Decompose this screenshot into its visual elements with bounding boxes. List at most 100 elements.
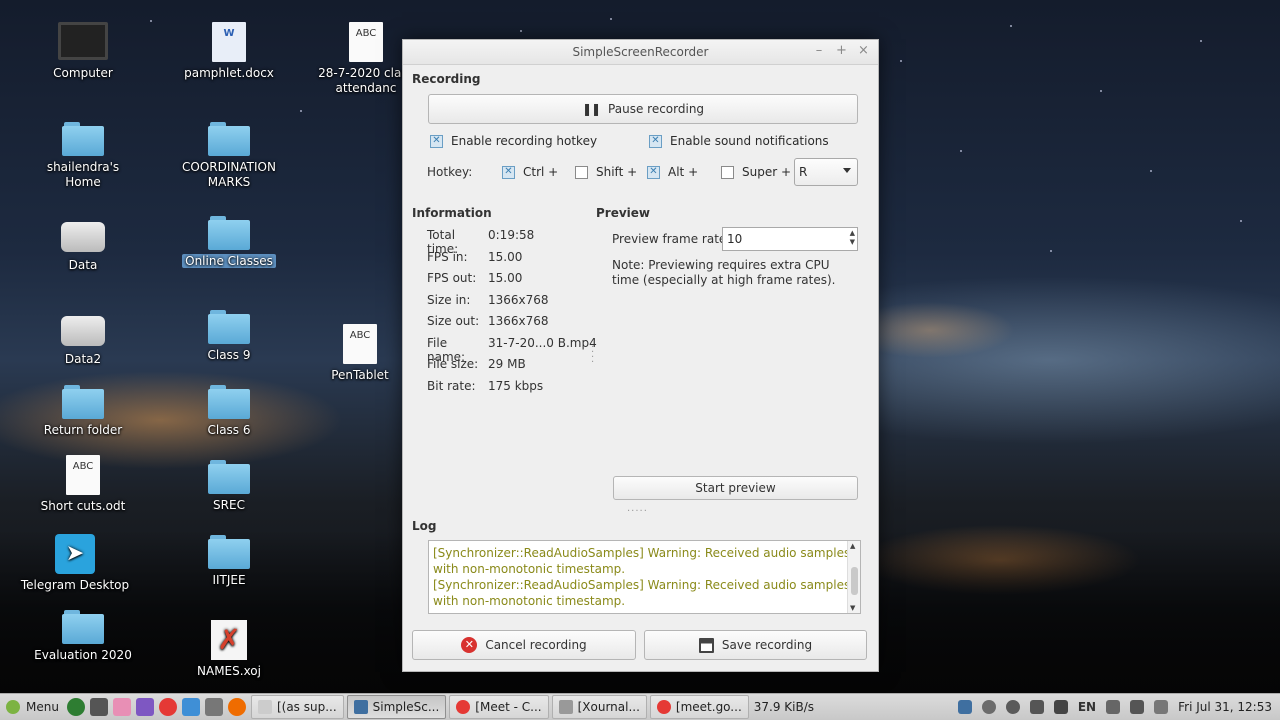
- close-icon[interactable]: ×: [858, 43, 869, 58]
- info-row: FPS out: 15.00: [427, 271, 522, 285]
- preview-heading: Preview: [596, 206, 651, 220]
- desktop-icon-label: Online Classes: [182, 254, 276, 268]
- folder-icon: [62, 610, 104, 644]
- desktop-icon-label: PenTablet: [331, 368, 389, 382]
- ctrl-modifier-checkbox[interactable]: ✕ Ctrl +: [502, 165, 558, 179]
- folder-icon: [208, 216, 250, 250]
- task-label: [(as sup...: [276, 700, 337, 714]
- desktop-icon-attendance[interactable]: ABC 28-7-2020 class attendanc: [316, 22, 416, 96]
- system-tray: EN Fri Jul 31, 12:53: [957, 700, 1280, 714]
- xournal-launcher-icon[interactable]: [89, 698, 108, 716]
- desktop-icon-class9[interactable]: Class 9: [174, 310, 284, 363]
- task-button[interactable]: [Meet - C...: [449, 695, 549, 719]
- desktop-icon-names[interactable]: ✗ NAMES.xoj: [174, 620, 284, 679]
- enable-hotkey-label: Enable recording hotkey: [451, 134, 598, 148]
- bluetooth-icon[interactable]: [981, 700, 996, 714]
- terminal-launcher-icon[interactable]: [181, 698, 200, 716]
- desktop-icon-data[interactable]: Data: [28, 216, 138, 273]
- computer-icon: [58, 22, 108, 60]
- save-recording-button[interactable]: Save recording: [644, 630, 867, 660]
- info-key: Bit rate:: [427, 379, 476, 393]
- desktop-icon-computer[interactable]: Computer: [28, 22, 138, 81]
- scroll-up-icon[interactable]: ▲: [850, 542, 855, 550]
- desktop-icon-class6[interactable]: Class 6: [174, 385, 284, 438]
- maximize-icon[interactable]: +: [836, 43, 847, 58]
- minimize-icon[interactable]: –: [814, 43, 824, 58]
- alt-modifier-checkbox[interactable]: ✕ Alt +: [647, 165, 698, 179]
- scrollbar-thumb[interactable]: [851, 567, 858, 595]
- task-label: SimpleSc...: [372, 700, 440, 714]
- desktop-icon-pamphlet[interactable]: W pamphlet.docx: [174, 22, 284, 81]
- microphone-icon[interactable]: [1130, 700, 1145, 714]
- desktop-icon-label: shailendra's Home: [46, 160, 120, 189]
- task-button[interactable]: [(as sup...: [250, 695, 344, 719]
- desktop-icon-label: Data: [68, 258, 98, 272]
- recorder-tray-icon[interactable]: [957, 700, 972, 714]
- spin-arrows-icon[interactable]: ▲ ▼: [850, 229, 855, 247]
- desktop-icon-iitjee[interactable]: IITJEE: [174, 535, 284, 588]
- text-document-icon: ABC: [349, 22, 383, 62]
- hotkey-label: Hotkey:: [427, 165, 473, 179]
- desktop-icon-srec[interactable]: SREC: [174, 460, 284, 513]
- clock[interactable]: Fri Jul 31, 12:53: [1178, 700, 1272, 714]
- firefox-launcher-icon[interactable]: [227, 698, 246, 716]
- mint-logo-icon: [6, 700, 20, 714]
- cancel-recording-button[interactable]: ✕ Cancel recording: [412, 630, 636, 660]
- desktop-icon-label: Class 6: [207, 423, 251, 437]
- desktop-icon-coordination[interactable]: COORDINATION MARKS: [174, 122, 284, 190]
- keyboard-layout[interactable]: EN: [1078, 700, 1096, 714]
- headset-launcher-icon[interactable]: [135, 698, 154, 716]
- enable-hotkey-checkbox[interactable]: ✕ Enable recording hotkey: [430, 134, 597, 148]
- preview-frame-rate-spinbox[interactable]: 10 ▲ ▼: [722, 227, 858, 251]
- info-value: 29 MB: [488, 357, 526, 371]
- desktop-icon-pentablet[interactable]: ABC PenTablet: [320, 324, 400, 383]
- start-preview-button[interactable]: Start preview: [613, 476, 858, 500]
- chrome-launcher-icon[interactable]: [158, 698, 177, 716]
- info-row: Size out: 1366x768: [427, 314, 549, 328]
- scroll-down-icon[interactable]: ▼: [850, 604, 855, 612]
- enable-sound-checkbox[interactable]: ✕ Enable sound notifications: [649, 134, 829, 148]
- desktop-icon-return-folder[interactable]: Return folder: [28, 385, 138, 438]
- drive-icon: [61, 316, 105, 346]
- network-signal-icon[interactable]: [1029, 700, 1044, 714]
- show-desktop-icon[interactable]: [66, 698, 85, 716]
- folder-icon: [208, 385, 250, 419]
- splitter-handle[interactable]: · · · ·: [591, 343, 594, 368]
- menu-label: Menu: [26, 700, 59, 714]
- simplescreenrecorder-window: SimpleScreenRecorder – + × Recording ❚❚ …: [402, 39, 879, 672]
- desktop-icon-evaluation[interactable]: Evaluation 2020: [28, 610, 138, 663]
- desktop-icon-shortcuts[interactable]: ABC Short cuts.odt: [28, 455, 138, 514]
- volume-icon[interactable]: [1106, 700, 1121, 714]
- desktop-icon-home[interactable]: shailendra's Home: [28, 122, 138, 190]
- menu-button[interactable]: Menu: [0, 700, 67, 714]
- super-modifier-checkbox[interactable]: Super +: [721, 165, 791, 179]
- info-key: FPS out:: [427, 271, 477, 285]
- log-view[interactable]: [Synchronizer::ReadAudioSamples] Warning…: [428, 540, 861, 614]
- info-row: Size in: 1366x768: [427, 293, 549, 307]
- text-document-icon: ABC: [343, 324, 377, 364]
- files-launcher-icon[interactable]: [204, 698, 223, 716]
- pause-recording-button[interactable]: ❚❚ Pause recording: [428, 94, 858, 124]
- window-titlebar[interactable]: SimpleScreenRecorder – + ×: [403, 40, 878, 65]
- checkbox-unchecked-icon: [721, 165, 734, 179]
- update-shield-icon[interactable]: [1005, 700, 1020, 714]
- desktop-icon-label: SREC: [213, 498, 245, 512]
- splitter-handle[interactable]: ·····: [627, 506, 648, 517]
- shift-modifier-checkbox[interactable]: Shift +: [575, 165, 637, 179]
- battery-icon[interactable]: [1053, 700, 1068, 714]
- start-preview-label: Start preview: [695, 481, 776, 495]
- task-label: [Xournal...: [577, 700, 640, 714]
- desktop-icon-telegram[interactable]: ➤ Telegram Desktop: [20, 534, 130, 593]
- hotkey-key-select[interactable]: R: [794, 158, 858, 186]
- notifications-icon[interactable]: [1154, 700, 1169, 714]
- log-scrollbar[interactable]: ▲ ▼: [847, 541, 860, 613]
- task-button[interactable]: [meet.go...: [649, 695, 749, 719]
- task-button[interactable]: [Xournal...: [551, 695, 647, 719]
- app-launcher-icon[interactable]: [112, 698, 131, 716]
- task-button[interactable]: SimpleSc...: [346, 695, 447, 719]
- desktop-icon-data2[interactable]: Data2: [28, 310, 138, 367]
- desktop-icon-label: COORDINATION MARKS: [182, 160, 276, 189]
- telegram-icon: ➤: [55, 534, 95, 574]
- desktop-icon-online-classes[interactable]: Online Classes: [174, 216, 284, 269]
- xournal-icon: ✗: [211, 620, 247, 660]
